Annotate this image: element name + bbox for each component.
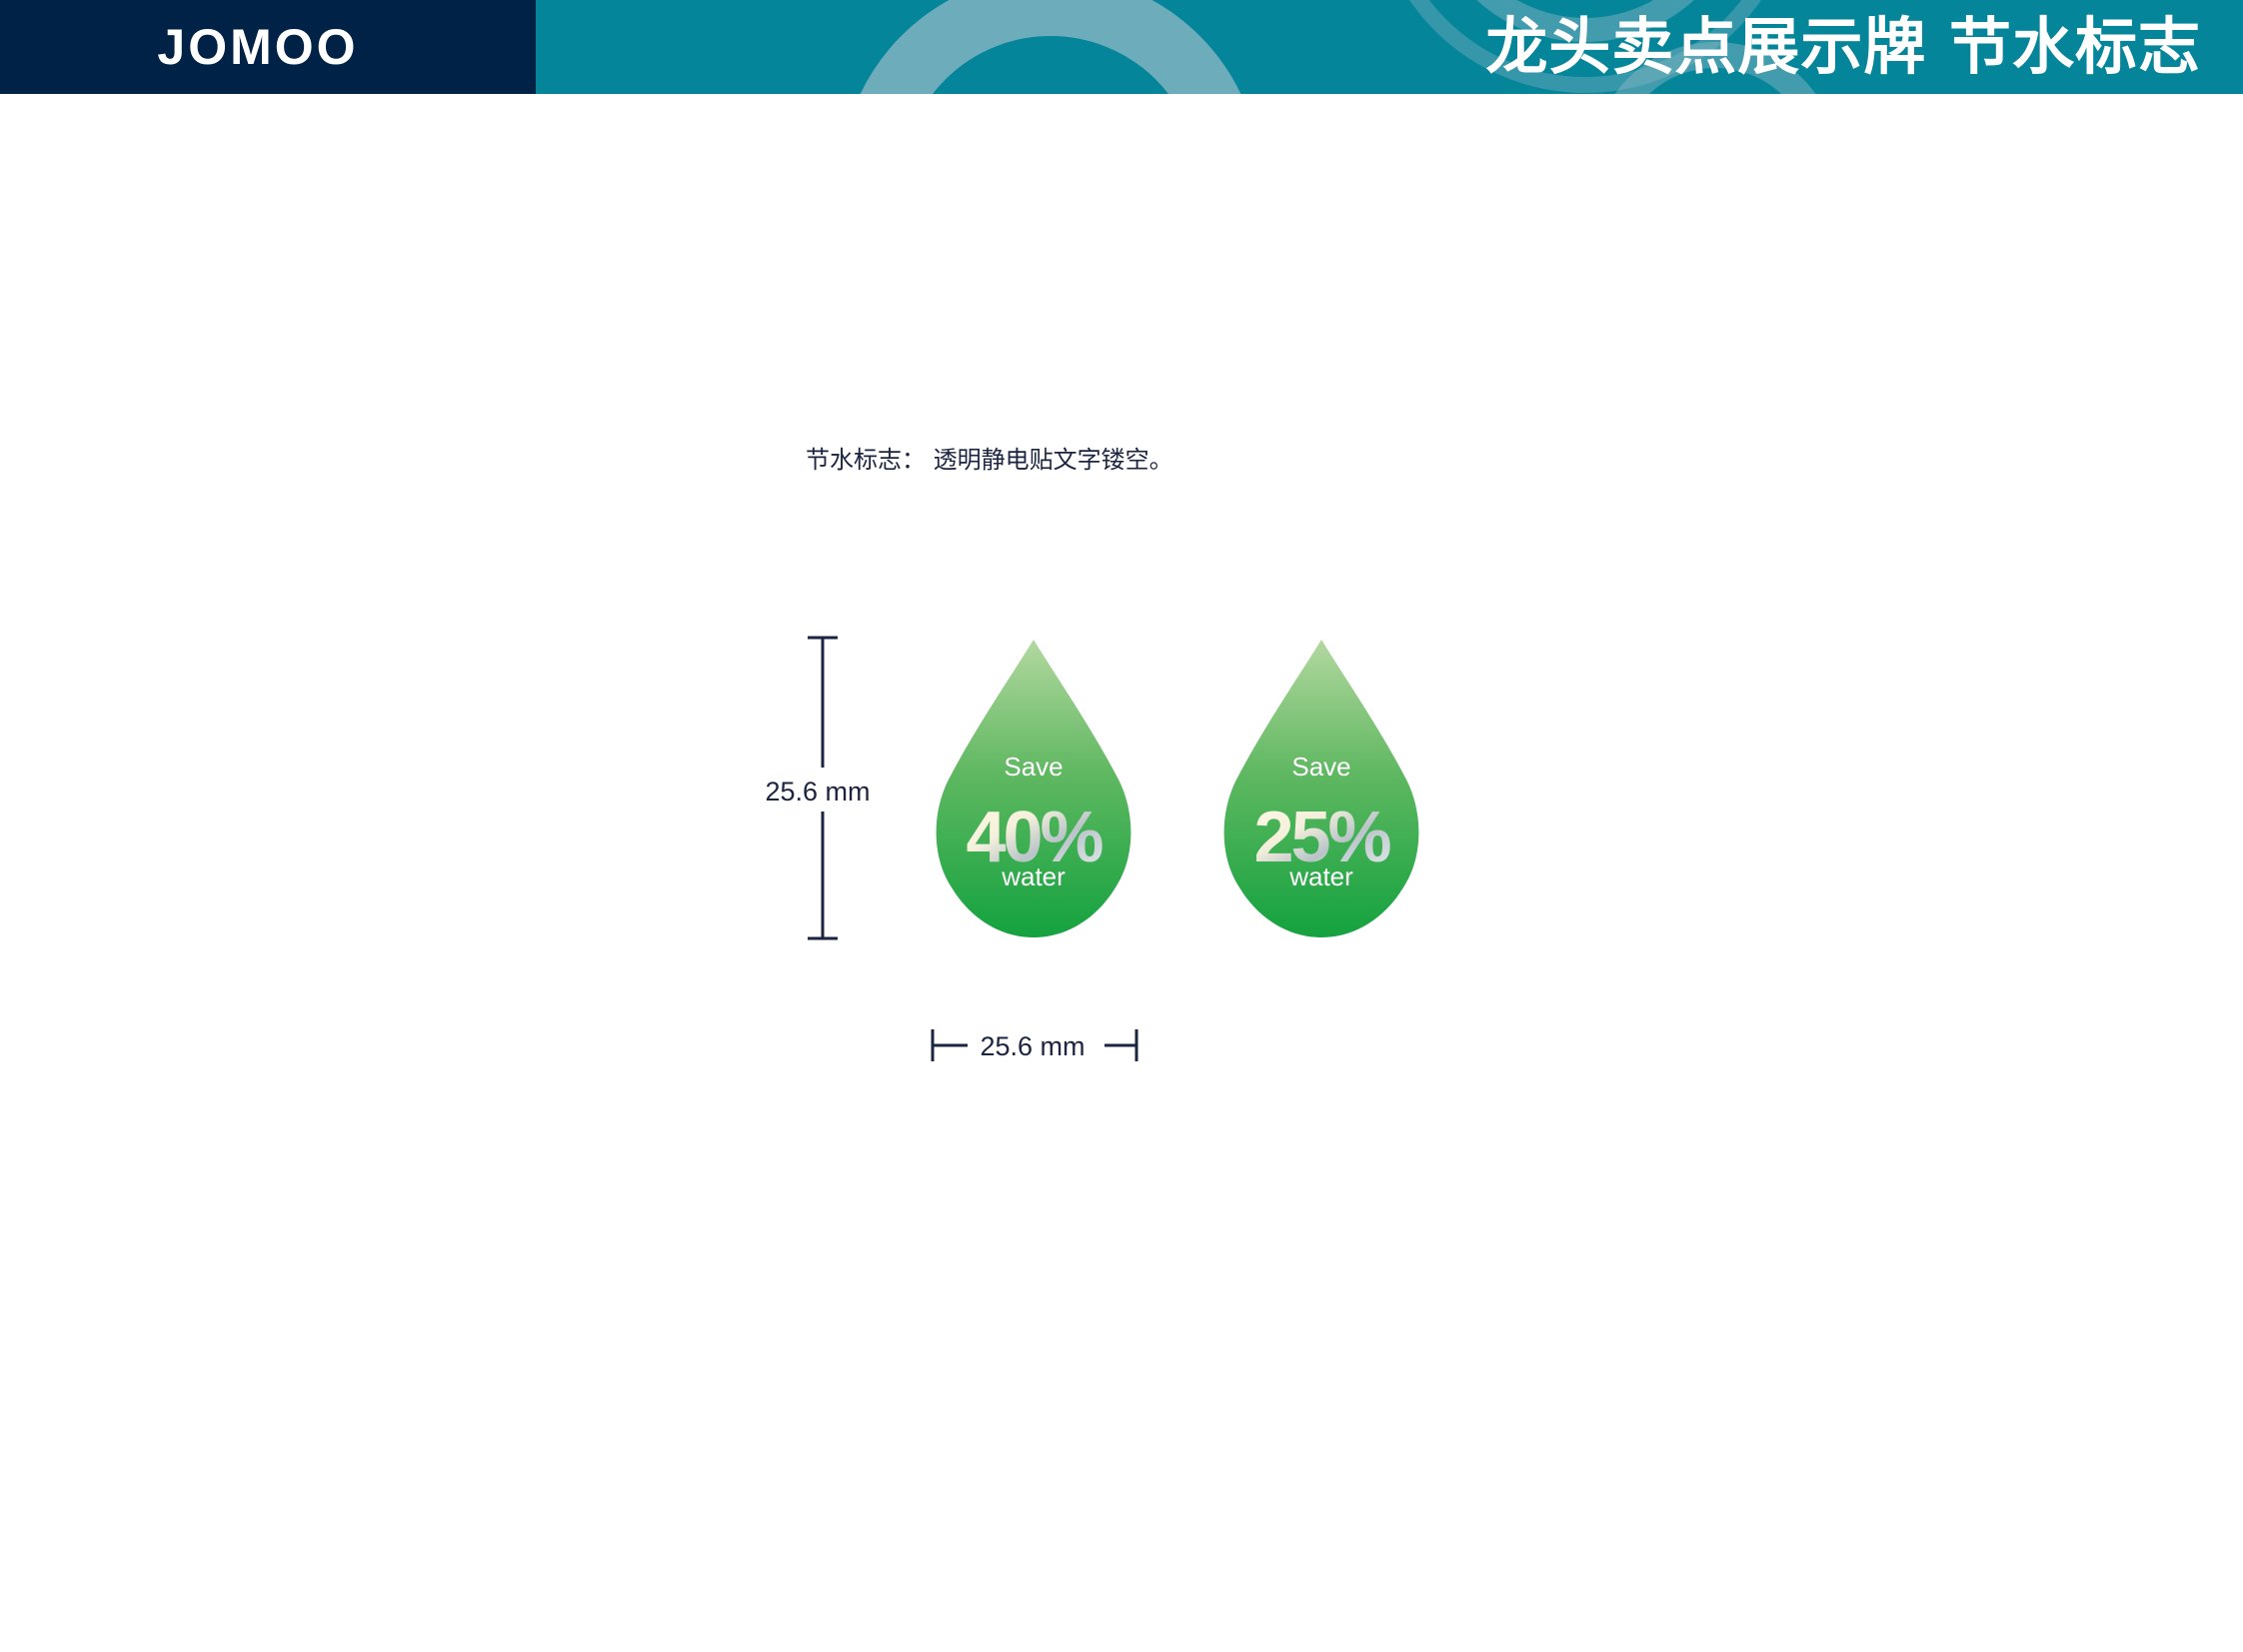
header-bar: JOMOO 龙头卖点展示牌 节水标志	[0, 0, 2243, 94]
badge-drawing: 25.6 mm 25.6 mm Save 40% water Save 25%	[740, 620, 1459, 1079]
header-banner: 龙头卖点展示牌 节水标志	[536, 0, 2243, 94]
badge-save-text: Save	[1004, 752, 1063, 782]
width-dimension-label: 25.6 mm	[980, 1031, 1085, 1061]
height-dimension-label: 25.6 mm	[765, 777, 870, 807]
water-drop-shape	[1223, 640, 1419, 937]
page-title: 龙头卖点展示牌 节水标志	[1485, 10, 2201, 83]
caption-text: 节水标志： 透明静电贴文字镂空。	[806, 446, 1173, 474]
water-drop-badge-40: Save 40% water	[936, 640, 1131, 937]
badge-water-text: water	[1001, 861, 1066, 891]
badge-save-text: Save	[1291, 752, 1350, 782]
brand-logo: JOMOO	[157, 19, 359, 75]
page: JOMOO 龙头卖点展示牌 节水标志 节水标志： 透明静电贴文字镂空。 25.6…	[0, 0, 2243, 1652]
water-drop-badge-25: Save 25% water	[1223, 640, 1419, 937]
badge-drawing-svg: 25.6 mm 25.6 mm Save 40% water Save 25%	[765, 636, 1419, 1061]
logo-block: JOMOO	[0, 0, 536, 94]
badge-water-text: water	[1288, 861, 1353, 891]
water-drop-shape	[936, 640, 1131, 937]
